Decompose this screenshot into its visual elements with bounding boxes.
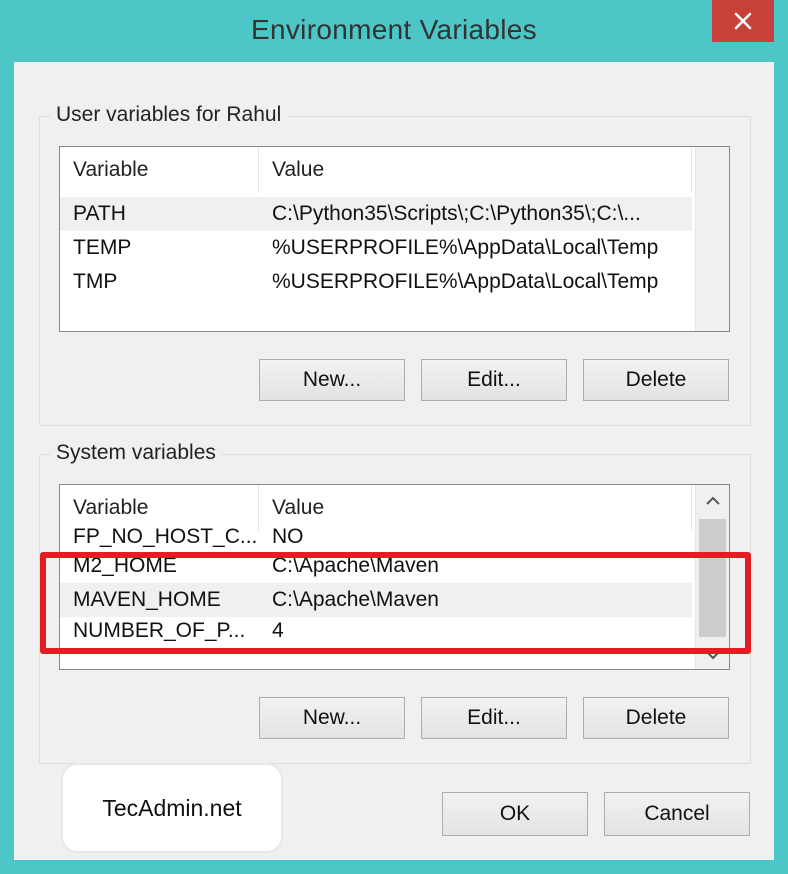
system-variables-label: System variables [50, 441, 222, 465]
dialog-client-area: User variables for Rahul Variable Value … [14, 62, 774, 860]
user-new-button[interactable]: New... [259, 359, 405, 401]
variable-name: PATH [73, 202, 126, 225]
cancel-button[interactable]: Cancel [604, 792, 750, 836]
scroll-down-button[interactable] [696, 639, 729, 669]
variable-name: M2_HOME [73, 554, 177, 577]
column-header-value[interactable]: Value [259, 147, 692, 193]
variable-value: C:\Apache\Maven [272, 554, 439, 577]
table-row[interactable]: MAVEN_HOME C:\Apache\Maven [60, 583, 692, 617]
variable-value: %USERPROFILE%\AppData\Local\Temp [272, 270, 659, 293]
table-row[interactable]: NUMBER_OF_P... 4 [60, 619, 692, 643]
system-edit-button[interactable]: Edit... [421, 697, 567, 739]
system-variables-scrollbar[interactable] [695, 485, 729, 669]
variable-name: TEMP [73, 236, 132, 259]
variable-name: NUMBER_OF_P... [73, 619, 246, 642]
scroll-thumb[interactable] [699, 519, 726, 637]
table-row[interactable]: TMP %USERPROFILE%\AppData\Local\Temp [60, 265, 692, 299]
variable-value: C:\Apache\Maven [272, 588, 439, 611]
user-variables-label: User variables for Rahul [50, 103, 288, 127]
environment-variables-window: Environment Variables User variables for… [0, 0, 788, 874]
user-edit-button[interactable]: Edit... [421, 359, 567, 401]
variable-name: MAVEN_HOME [73, 588, 221, 611]
user-variables-list[interactable]: Variable Value PATH C:\Python35\Scripts\… [59, 146, 730, 332]
system-variables-group: System variables Variable Value FP_NO_HO… [39, 441, 751, 764]
scroll-up-button[interactable] [696, 485, 729, 517]
system-new-button[interactable]: New... [259, 697, 405, 739]
variable-value: %USERPROFILE%\AppData\Local\Temp [272, 236, 659, 259]
system-delete-button[interactable]: Delete [583, 697, 729, 739]
table-row[interactable]: M2_HOME C:\Apache\Maven [60, 549, 692, 583]
user-variables-scrollbar[interactable] [695, 147, 729, 331]
table-row[interactable]: PATH C:\Python35\Scripts\;C:\Python35\;C… [60, 197, 692, 231]
user-variables-header: Variable Value [60, 147, 692, 193]
user-delete-button[interactable]: Delete [583, 359, 729, 401]
column-header-value[interactable]: Value [259, 485, 692, 531]
table-row[interactable]: TEMP %USERPROFILE%\AppData\Local\Temp [60, 231, 692, 265]
ok-button[interactable]: OK [442, 792, 588, 836]
close-button[interactable] [712, 0, 774, 42]
chevron-down-icon [706, 651, 720, 660]
chevron-up-icon [706, 496, 720, 505]
table-row[interactable]: FP_NO_HOST_C... NO [60, 525, 692, 549]
variable-name: FP_NO_HOST_C... [73, 525, 258, 548]
column-header-variable[interactable]: Variable [60, 147, 259, 193]
watermark-badge: TecAdmin.net [63, 765, 281, 851]
close-icon [734, 12, 752, 30]
window-title: Environment Variables [251, 14, 537, 45]
variable-value: NO [272, 525, 304, 548]
system-variables-list[interactable]: Variable Value FP_NO_HOST_C... NO M2_HOM… [59, 484, 730, 670]
user-variables-group: User variables for Rahul Variable Value … [39, 103, 751, 426]
variable-value: 4 [272, 619, 284, 642]
title-bar[interactable]: Environment Variables [0, 0, 788, 62]
variable-value: C:\Python35\Scripts\;C:\Python35\;C:\... [272, 202, 641, 225]
variable-name: TMP [73, 270, 118, 293]
